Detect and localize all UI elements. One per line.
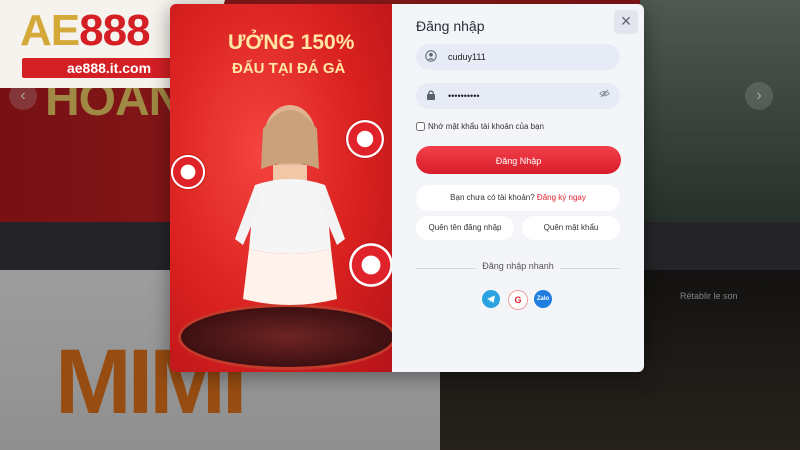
register-prompt: Bạn chưa có tài khoản? Đăng ký ngay [416,185,620,211]
forgot-username-button[interactable]: Quên tên đăng nhập [416,216,514,240]
password-input[interactable] [448,87,598,105]
user-icon [424,50,438,64]
promo-headline: ƯỞNG 150% [228,31,355,54]
telegram-icon[interactable] [482,290,500,308]
register-link[interactable]: Đăng ký ngay [537,193,586,202]
logo-ae: AE [20,6,80,55]
username-field[interactable] [416,44,620,70]
login-title: Đăng nhập [416,18,485,34]
no-account-text: Bạn chưa có tài khoản? [450,193,535,202]
google-icon[interactable]: G [508,290,528,310]
close-icon[interactable]: × [614,10,638,34]
casino-chip-icon [170,154,206,190]
remember-label: Nhớ mật khẩu tài khoản của bạn [428,122,544,131]
quick-login-label: Đăng nhập nhanh [476,261,560,271]
forgot-password-button[interactable]: Quên mật khẩu [522,216,620,240]
eye-off-icon[interactable] [599,88,610,102]
remember-checkbox[interactable] [416,122,425,131]
zalo-icon[interactable]: Zalo [534,290,552,308]
logo-wordmark: AE888 [20,6,151,56]
promo-panel: ƯỞNG 150% ĐẤU TẠI ĐÁ GÀ [170,4,396,372]
logo-number: 888 [79,6,150,55]
quick-login-title: Đăng nhập nhanh [416,261,620,271]
password-field[interactable] [416,83,620,109]
promo-subheadline: ĐẤU TẠI ĐÁ GÀ [232,60,346,77]
username-input[interactable] [448,48,598,66]
remember-me[interactable]: Nhớ mật khẩu tài khoản của bạn [416,122,544,131]
model-illustration [235,105,345,305]
login-panel: Đăng nhập × Nhớ mật khẩu tài khoản của b… [392,4,644,372]
lock-icon [424,89,438,103]
casino-table [178,304,396,370]
login-modal: ƯỞNG 150% ĐẤU TẠI ĐÁ GÀ Đăng nhập × cudu… [170,4,644,372]
login-button[interactable]: Đăng Nhập [416,146,621,174]
